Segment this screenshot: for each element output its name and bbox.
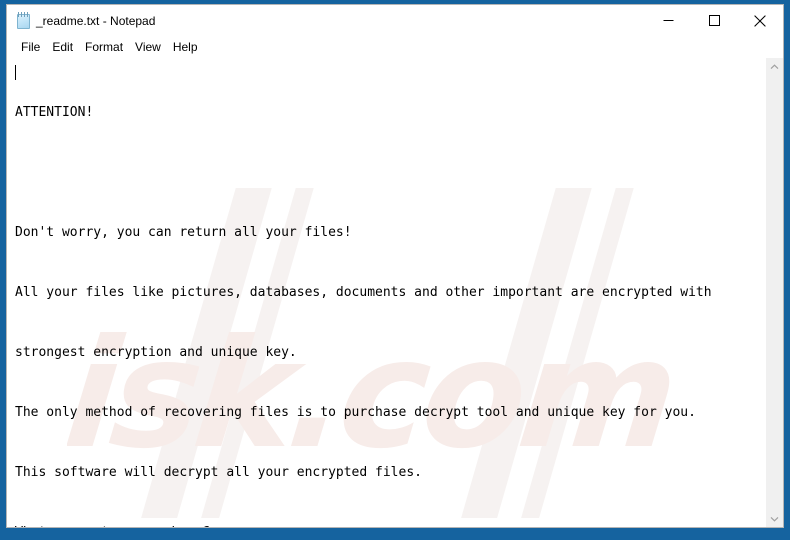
minimize-icon xyxy=(663,15,674,26)
scroll-down-button[interactable] xyxy=(766,510,783,527)
text-line: All your files like pictures, databases,… xyxy=(15,285,712,300)
menu-bar: File Edit Format View Help xyxy=(7,36,783,58)
menu-item-view[interactable]: View xyxy=(129,38,167,57)
close-button[interactable] xyxy=(737,5,783,36)
text-line: ATTENTION! xyxy=(15,105,94,120)
text-line: The only method of recovering files is t… xyxy=(15,405,696,420)
text-caret xyxy=(15,65,16,80)
text-line: What guarantees you have? xyxy=(15,523,765,527)
window-title: _readme.txt - Notepad xyxy=(36,13,156,28)
title-bar[interactable]: _readme.txt - Notepad xyxy=(7,5,783,36)
text-canvas[interactable]: isk.com ATTENTION! Don't worry, you can … xyxy=(7,58,765,527)
vertical-scrollbar[interactable] xyxy=(765,58,783,527)
text-line: This software will decrypt all your encr… xyxy=(15,465,422,480)
editor-area: isk.com ATTENTION! Don't worry, you can … xyxy=(7,58,783,527)
menu-item-edit[interactable]: Edit xyxy=(46,38,79,57)
chevron-down-icon xyxy=(770,516,779,522)
maximize-button[interactable] xyxy=(691,5,737,36)
title-bar-left: _readme.txt - Notepad xyxy=(7,5,155,36)
maximize-icon xyxy=(708,15,720,26)
desktop-background: _readme.txt - Notepad File Edit Format V… xyxy=(0,0,790,540)
notepad-window: _readme.txt - Notepad File Edit Format V… xyxy=(6,4,784,528)
close-icon xyxy=(754,14,766,27)
readme-text-body[interactable]: ATTENTION! Don't worry, you can return a… xyxy=(7,58,765,527)
text-line: Don't worry, you can return all your fil… xyxy=(15,225,352,240)
minimize-button[interactable] xyxy=(645,5,691,36)
notepad-icon xyxy=(16,12,32,29)
chevron-up-icon xyxy=(770,63,779,70)
window-controls xyxy=(645,5,783,36)
menu-item-file[interactable]: File xyxy=(15,38,46,57)
text-line xyxy=(15,163,765,183)
menu-item-help[interactable]: Help xyxy=(167,38,204,57)
scroll-up-button[interactable] xyxy=(766,58,783,75)
menu-item-format[interactable]: Format xyxy=(79,38,129,57)
text-line: strongest encryption and unique key. xyxy=(15,345,297,360)
